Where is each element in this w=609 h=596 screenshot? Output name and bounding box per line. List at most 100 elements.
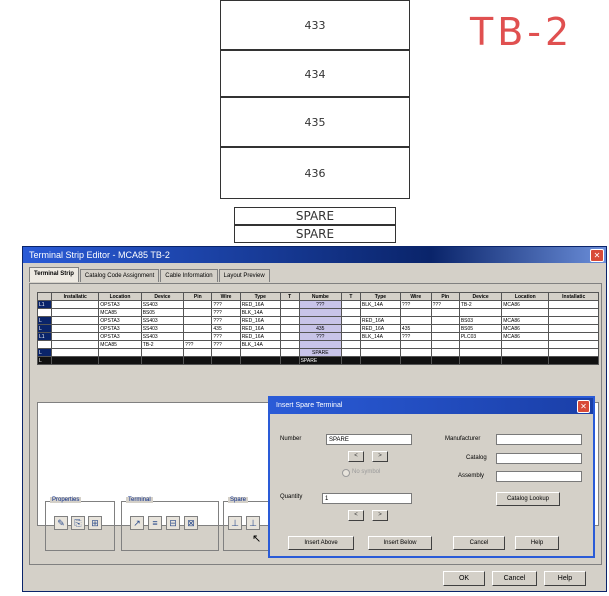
table-cell[interactable] — [399, 348, 432, 357]
table-cell[interactable]: PLC03 — [458, 332, 503, 341]
table-cell[interactable] — [239, 356, 281, 365]
table-cell[interactable] — [279, 324, 300, 333]
table-cell[interactable]: L — [36, 348, 53, 357]
table-cell[interactable] — [359, 340, 401, 349]
table-cell[interactable]: ??? — [211, 316, 241, 325]
table-cell[interactable]: ??? — [211, 300, 241, 309]
table-cell[interactable]: ??? — [399, 300, 432, 309]
table-cell[interactable]: 435 — [399, 324, 432, 333]
tab-layout-preview[interactable]: Layout Preview — [218, 269, 270, 282]
table-cell[interactable] — [51, 348, 100, 357]
table-cell[interactable] — [279, 356, 300, 365]
table-row[interactable]: MCA85 BS05??? BLK_14A — [36, 308, 599, 317]
table-cell[interactable]: L — [36, 356, 53, 365]
table-cell[interactable]: SS403 — [140, 324, 185, 333]
delete-spare-icon[interactable]: ⊥ — [246, 516, 260, 530]
number-next-button[interactable]: > — [372, 451, 388, 462]
table-cell[interactable] — [341, 316, 361, 325]
table-cell[interactable] — [279, 340, 300, 349]
table-row[interactable]: L OPSTA3 SS403 435 RED_16A 435 RED_16A 435 BS05 M… — [36, 324, 599, 333]
catalog-lookup-button[interactable]: Catalog Lookup — [496, 492, 560, 506]
popup-help-button[interactable]: Help — [515, 536, 559, 550]
tab-terminal-strip[interactable]: Terminal Strip — [29, 267, 79, 282]
table-cell[interactable]: OPSTA3 — [98, 332, 142, 341]
table-cell[interactable] — [298, 316, 343, 325]
table-cell[interactable] — [548, 308, 599, 317]
help-button[interactable]: Help — [544, 571, 586, 586]
terminal-434[interactable]: 434 — [220, 50, 410, 97]
table-cell[interactable]: TB-2 — [140, 340, 185, 349]
table-cell[interactable]: MCA85 — [98, 340, 142, 349]
table-cell[interactable]: RED_16A — [239, 332, 281, 341]
close-icon[interactable]: ✕ — [590, 249, 604, 262]
table-cell[interactable]: BS05 — [458, 324, 503, 333]
insert-above-button[interactable]: Insert Above — [288, 536, 354, 550]
table-row[interactable]: L1 OPSTA3 SS403??? RED_16A??? BLK_14A??? PLC0… — [36, 332, 599, 341]
table-cell[interactable] — [548, 332, 599, 341]
table-cell[interactable] — [279, 308, 300, 317]
edit-icon[interactable]: ✎ — [54, 516, 68, 530]
table-cell[interactable]: MCA86 — [501, 316, 550, 325]
table-cell[interactable]: ??? — [211, 340, 241, 349]
table-cell[interactable] — [51, 340, 100, 349]
table-cell[interactable] — [140, 348, 185, 357]
table-cell[interactable] — [430, 340, 460, 349]
table-cell[interactable] — [279, 300, 300, 309]
spare-terminal-1[interactable]: SPARE — [234, 207, 396, 225]
catalog-field[interactable] — [496, 453, 582, 464]
table-cell[interactable]: L1 — [36, 332, 53, 341]
table-cell[interactable] — [140, 356, 185, 365]
table-cell[interactable] — [51, 356, 100, 365]
table-row[interactable]: L OPSTA3 SS403??? RED_16A RED_16A BS03 MCA86 — [36, 316, 599, 325]
table-cell[interactable] — [211, 356, 241, 365]
table-cell[interactable] — [341, 324, 361, 333]
table-cell[interactable] — [399, 308, 432, 317]
table-cell[interactable] — [430, 348, 460, 357]
table-cell[interactable] — [430, 316, 460, 325]
table-cell[interactable]: TB-2 — [458, 300, 503, 309]
table-cell[interactable] — [51, 300, 100, 309]
table-cell[interactable] — [341, 340, 361, 349]
split-icon[interactable]: ⊟ — [166, 516, 180, 530]
table-cell[interactable] — [458, 356, 503, 365]
table-cell[interactable]: RED_16A — [359, 324, 401, 333]
table-cell[interactable]: RED_16A — [359, 316, 401, 325]
table-cell[interactable]: SS403 — [140, 300, 185, 309]
table-cell[interactable] — [548, 300, 599, 309]
cancel-button[interactable]: Cancel — [492, 571, 537, 586]
table-cell[interactable] — [51, 308, 100, 317]
table-row[interactable]: MCA85 TB-2?????? BLK_14A — [36, 340, 599, 349]
table-cell[interactable]: OPSTA3 — [98, 324, 142, 333]
table-cell[interactable]: 435 — [298, 324, 343, 333]
table-cell[interactable] — [458, 340, 503, 349]
table-cell[interactable]: ??? — [211, 308, 241, 317]
quantity-next-button[interactable]: > — [372, 510, 388, 521]
table-row[interactable]: L1 OPSTA3 SS403??? RED_16A??? BLK_14A?????? T… — [36, 300, 599, 309]
table-row[interactable]: L SPARE — [36, 348, 599, 357]
table-cell[interactable]: MCA86 — [501, 332, 550, 341]
table-cell[interactable]: ??? — [211, 332, 241, 341]
table-cell[interactable]: BLK_14A — [359, 300, 401, 309]
table-cell[interactable]: SS403 — [140, 316, 185, 325]
quantity-prev-button[interactable]: < — [348, 510, 364, 521]
table-cell[interactable] — [548, 324, 599, 333]
spare-terminal-2[interactable]: SPARE — [234, 225, 396, 243]
table-cell[interactable] — [458, 348, 503, 357]
table-cell[interactable] — [359, 356, 401, 365]
table-cell[interactable] — [341, 332, 361, 341]
table-cell[interactable] — [183, 348, 213, 357]
renumber-icon[interactable]: ≡ — [148, 516, 162, 530]
table-cell[interactable]: MCA85 — [98, 308, 142, 317]
terminal-435[interactable]: 435 — [220, 97, 410, 147]
table-cell[interactable]: BLK_14A — [239, 308, 281, 317]
table-cell[interactable] — [279, 332, 300, 341]
table-cell[interactable] — [51, 332, 100, 341]
table-cell[interactable]: SPARE — [298, 348, 343, 357]
table-cell[interactable] — [430, 324, 460, 333]
table-cell[interactable] — [399, 340, 432, 349]
table-cell[interactable]: BLK_14A — [239, 340, 281, 349]
table-cell[interactable]: MCA86 — [501, 300, 550, 309]
table-cell[interactable] — [36, 340, 53, 349]
quantity-field[interactable]: 1 — [322, 493, 412, 504]
table-cell[interactable]: BS05 — [140, 308, 185, 317]
